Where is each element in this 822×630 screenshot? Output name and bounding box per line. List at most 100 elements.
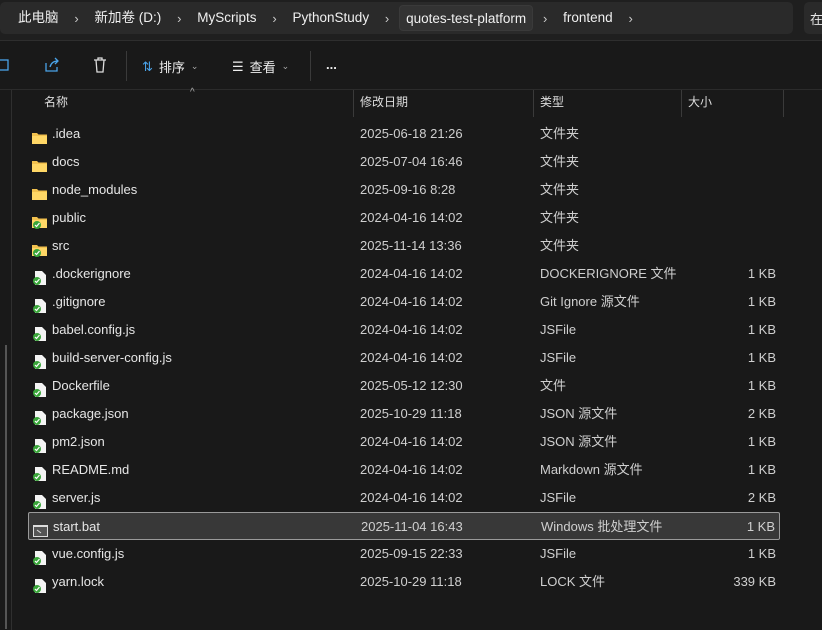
view-icon: ☰ [232, 59, 244, 75]
column-size[interactable]: 大小 [682, 90, 784, 117]
column-type[interactable]: 类型 [534, 90, 682, 117]
chevron-down-icon: ⌄ [191, 61, 199, 72]
file-date: 2025-10-29 11:18 [360, 400, 462, 428]
file-type: 文件夹 [540, 148, 579, 176]
breadcrumb-item[interactable]: frontend [557, 5, 619, 31]
breadcrumb-item[interactable]: 新加卷 (D:) [89, 5, 168, 31]
file-row[interactable]: node_modules 2025-09-16 8:28 文件夹 [28, 176, 780, 204]
chevron-right-icon[interactable]: › [263, 11, 287, 26]
chevron-right-icon[interactable]: › [65, 11, 89, 26]
file-row[interactable]: start.bat 2025-11-04 16:43 Windows 批处理文件… [28, 512, 780, 540]
file-date: 2024-04-16 14:02 [360, 288, 463, 316]
file-type: 文件夹 [540, 120, 579, 148]
file-row[interactable]: src 2025-11-14 13:36 文件夹 [28, 232, 780, 260]
file-check-icon [32, 575, 47, 589]
file-row[interactable]: server.js 2024-04-16 14:02 JSFile 2 KB [28, 484, 780, 512]
file-row[interactable]: docs 2025-07-04 16:46 文件夹 [28, 148, 780, 176]
file-type: JSFile [540, 344, 576, 372]
file-size: 1 KB [747, 513, 775, 541]
file-row[interactable]: pm2.json 2024-04-16 14:02 JSON 源文件 1 KB [28, 428, 780, 456]
bat-icon [33, 520, 48, 534]
file-name: docs [52, 148, 79, 176]
file-date: 2024-04-16 14:02 [360, 204, 463, 232]
file-type: 文件 [540, 372, 566, 400]
file-row[interactable]: .dockerignore 2024-04-16 14:02 DOCKERIGN… [28, 260, 780, 288]
file-date: 2025-11-04 16:43 [361, 513, 463, 541]
breadcrumb-item[interactable]: PythonStudy [287, 5, 376, 31]
breadcrumb-item[interactable]: 此电脑 [12, 5, 65, 31]
column-name[interactable]: 名称^ [12, 90, 354, 117]
file-date: 2025-05-12 12:30 [360, 372, 463, 400]
search-placeholder: 在 [810, 12, 822, 27]
column-header: 名称^ 修改日期 类型 大小 [0, 90, 822, 117]
view-button[interactable]: ☰ 查看 ⌄ [232, 57, 289, 76]
file-row[interactable]: babel.config.js 2024-04-16 14:02 JSFile … [28, 316, 780, 344]
file-name: babel.config.js [52, 316, 135, 344]
file-check-icon [32, 267, 47, 281]
breadcrumb-item[interactable]: quotes-test-platform [399, 5, 533, 31]
file-name: .idea [52, 120, 80, 148]
file-date: 2024-04-16 14:02 [360, 456, 463, 484]
file-name: vue.config.js [52, 540, 124, 568]
file-date: 2025-10-29 11:18 [360, 568, 462, 596]
share-icon [44, 57, 60, 73]
file-check-icon [32, 323, 47, 337]
file-type: JSFile [540, 540, 576, 568]
file-row[interactable]: .gitignore 2024-04-16 14:02 Git Ignore 源… [28, 288, 780, 316]
column-date[interactable]: 修改日期 [354, 90, 534, 117]
chevron-right-icon[interactable]: › [375, 11, 399, 26]
file-type: JSON 源文件 [540, 400, 617, 428]
trash-icon [92, 57, 108, 73]
rename-button[interactable] [0, 57, 10, 73]
sort-ascending-icon: ^ [190, 81, 195, 105]
file-type: Git Ignore 源文件 [540, 288, 640, 316]
file-row[interactable]: Dockerfile 2025-05-12 12:30 文件 1 KB [28, 372, 780, 400]
file-name: pm2.json [52, 428, 105, 456]
file-type: 文件夹 [540, 204, 579, 232]
file-name: node_modules [52, 176, 137, 204]
folder-icon [32, 183, 47, 197]
chevron-right-icon[interactable]: › [619, 11, 643, 26]
share-button[interactable] [44, 57, 60, 73]
breadcrumb-item[interactable]: MyScripts [191, 5, 262, 31]
file-check-icon [32, 407, 47, 421]
file-name: src [52, 232, 69, 260]
rename-icon [0, 57, 10, 73]
file-name: .gitignore [52, 288, 105, 316]
sort-button[interactable]: ⇅排序⌄ [142, 57, 198, 76]
file-row[interactable]: package.json 2025-10-29 11:18 JSON 源文件 2… [28, 400, 780, 428]
file-check-icon [32, 547, 47, 561]
file-type: DOCKERIGNORE 文件 [540, 260, 677, 288]
search-box[interactable]: 在 [804, 2, 822, 34]
file-size: 1 KB [748, 260, 776, 288]
chevron-right-icon[interactable]: › [167, 11, 191, 26]
file-row[interactable]: public 2024-04-16 14:02 文件夹 [28, 204, 780, 232]
file-name: public [52, 204, 86, 232]
file-date: 2025-06-18 21:26 [360, 120, 463, 148]
file-row[interactable]: README.md 2024-04-16 14:02 Markdown 源文件 … [28, 456, 780, 484]
view-label: 查看 [250, 57, 276, 76]
file-type: JSON 源文件 [540, 428, 617, 456]
file-row[interactable]: yarn.lock 2025-10-29 11:18 LOCK 文件 339 K… [28, 568, 780, 596]
file-name: README.md [52, 456, 129, 484]
file-name: package.json [52, 400, 129, 428]
file-size: 2 KB [748, 400, 776, 428]
file-type: JSFile [540, 316, 576, 344]
breadcrumb[interactable]: 此电脑›新加卷 (D:)›MyScripts›PythonStudy›quote… [0, 2, 793, 34]
file-row[interactable]: .idea 2025-06-18 21:26 文件夹 [28, 120, 780, 148]
file-name: build-server-config.js [52, 344, 172, 372]
file-size: 1 KB [748, 428, 776, 456]
file-name: server.js [52, 484, 100, 512]
delete-button[interactable] [92, 57, 108, 73]
more-button[interactable]: ... [326, 57, 337, 72]
file-name: Dockerfile [52, 372, 110, 400]
file-type: JSFile [540, 484, 576, 512]
scrollbar[interactable] [5, 345, 7, 629]
sort-label: 排序 [159, 57, 185, 76]
file-check-icon [32, 463, 47, 477]
column-name-label: 名称 [44, 95, 68, 109]
file-row[interactable]: vue.config.js 2025-09-15 22:33 JSFile 1 … [28, 540, 780, 568]
chevron-right-icon[interactable]: › [533, 11, 557, 26]
file-row[interactable]: build-server-config.js 2024-04-16 14:02 … [28, 344, 780, 372]
chevron-down-icon: ⌄ [282, 61, 290, 72]
